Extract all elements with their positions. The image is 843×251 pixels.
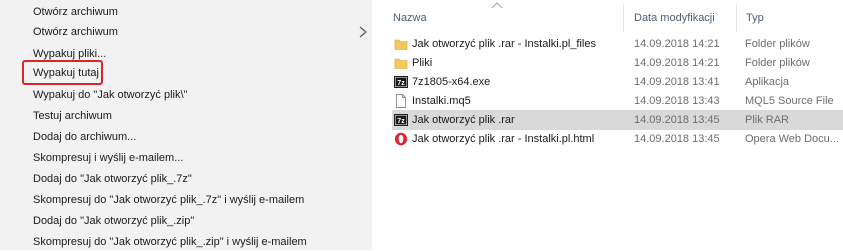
file-row[interactable]: Jak otworzyć plik .rar - Instalki.pl.htm… xyxy=(392,129,843,149)
file-date: 14.09.2018 13:45 xyxy=(634,133,720,145)
column-header-date[interactable]: Data modyfikacji xyxy=(634,10,715,26)
file-row[interactable]: Jak otworzyć plik .rar - Instalki.pl_fil… xyxy=(392,34,843,54)
file-type: Folder plików xyxy=(745,57,810,69)
file-date: 14.09.2018 14:21 xyxy=(634,57,720,69)
file-row[interactable]: 7z 7z1805-x64.exe 14.09.2018 13:41 Aplik… xyxy=(392,72,843,92)
menu-item-extract-to-folder[interactable]: Wypakuj do "Jak otworzyć plik\" xyxy=(33,86,187,104)
column-header-name[interactable]: Nazwa xyxy=(393,10,427,26)
column-separator[interactable] xyxy=(623,4,624,32)
file-type: Opera Web Docu... xyxy=(745,133,839,145)
file-date: 14.09.2018 14:21 xyxy=(634,38,720,50)
folder-icon xyxy=(394,39,408,50)
7zip-archive-icon: 7z xyxy=(394,114,408,126)
7zip-exe-icon: 7z xyxy=(394,76,408,88)
menu-item-open-archive[interactable]: Otwórz archiwum xyxy=(33,3,118,21)
menu-item-compress-7z-email[interactable]: Skompresuj do "Jak otworzyć plik_.7z" i … xyxy=(33,191,304,209)
file-name: 7z1805-x64.exe xyxy=(412,76,491,88)
file-row[interactable]: Pliki 14.09.2018 14:21 Folder plików xyxy=(392,53,843,73)
file-type: Folder plików xyxy=(745,38,810,50)
menu-item-compress-zip-email[interactable]: Skompresuj do "Jak otworzyć plik_.zip" i… xyxy=(33,233,307,251)
menu-item-open-archive-submenu[interactable]: Otwórz archiwum xyxy=(33,23,118,41)
file-date: 14.09.2018 13:41 xyxy=(634,76,720,88)
chevron-right-icon xyxy=(359,26,367,38)
menu-item-add-to-zip[interactable]: Dodaj do "Jak otworzyć plik_.zip" xyxy=(33,212,194,230)
menu-item-add-to-archive[interactable]: Dodaj do archiwum... xyxy=(33,128,136,146)
file-name: Jak otworzyć plik .rar - Instalki.pl_fil… xyxy=(412,38,596,50)
svg-text:7z: 7z xyxy=(397,80,405,87)
svg-text:7z: 7z xyxy=(397,118,405,125)
file-name: Instalki.mq5 xyxy=(412,95,471,107)
menu-item-test-archive[interactable]: Testuj archiwum xyxy=(33,107,112,125)
file-row[interactable]: Instalki.mq5 14.09.2018 13:43 MQL5 Sourc… xyxy=(392,91,843,111)
menu-item-extract-here[interactable]: Wypakuj tutaj xyxy=(33,64,99,82)
menu-item-compress-email[interactable]: Skompresuj i wyślij e-mailem... xyxy=(33,149,183,167)
sort-arrow-icon xyxy=(491,2,503,9)
file-type: Plik RAR xyxy=(745,114,790,126)
context-menu: Otwórz archiwum Otwórz archiwum Wypakuj … xyxy=(0,0,372,250)
file-name: Jak otworzyć plik .rar - Instalki.pl.htm… xyxy=(412,133,595,145)
file-list-pane: Nazwa Data modyfikacji Typ Jak otworzyć … xyxy=(372,0,843,250)
file-date: 14.09.2018 13:45 xyxy=(634,114,720,126)
folder-icon xyxy=(394,58,408,69)
file-name: Jak otworzyć plik .rar xyxy=(412,114,515,126)
menu-item-add-to-7z[interactable]: Dodaj do "Jak otworzyć plik_.7z" xyxy=(33,170,192,188)
opera-icon xyxy=(395,132,407,146)
file-row-selected[interactable]: 7z Jak otworzyć plik .rar 14.09.2018 13:… xyxy=(392,110,843,130)
file-type: Aplikacja xyxy=(745,76,790,88)
document-icon xyxy=(396,94,406,108)
column-separator[interactable] xyxy=(736,4,737,32)
column-header-type[interactable]: Typ xyxy=(746,10,764,26)
file-date: 14.09.2018 13:43 xyxy=(634,95,720,107)
file-name: Pliki xyxy=(412,57,433,69)
file-type: MQL5 Source File xyxy=(745,95,834,107)
